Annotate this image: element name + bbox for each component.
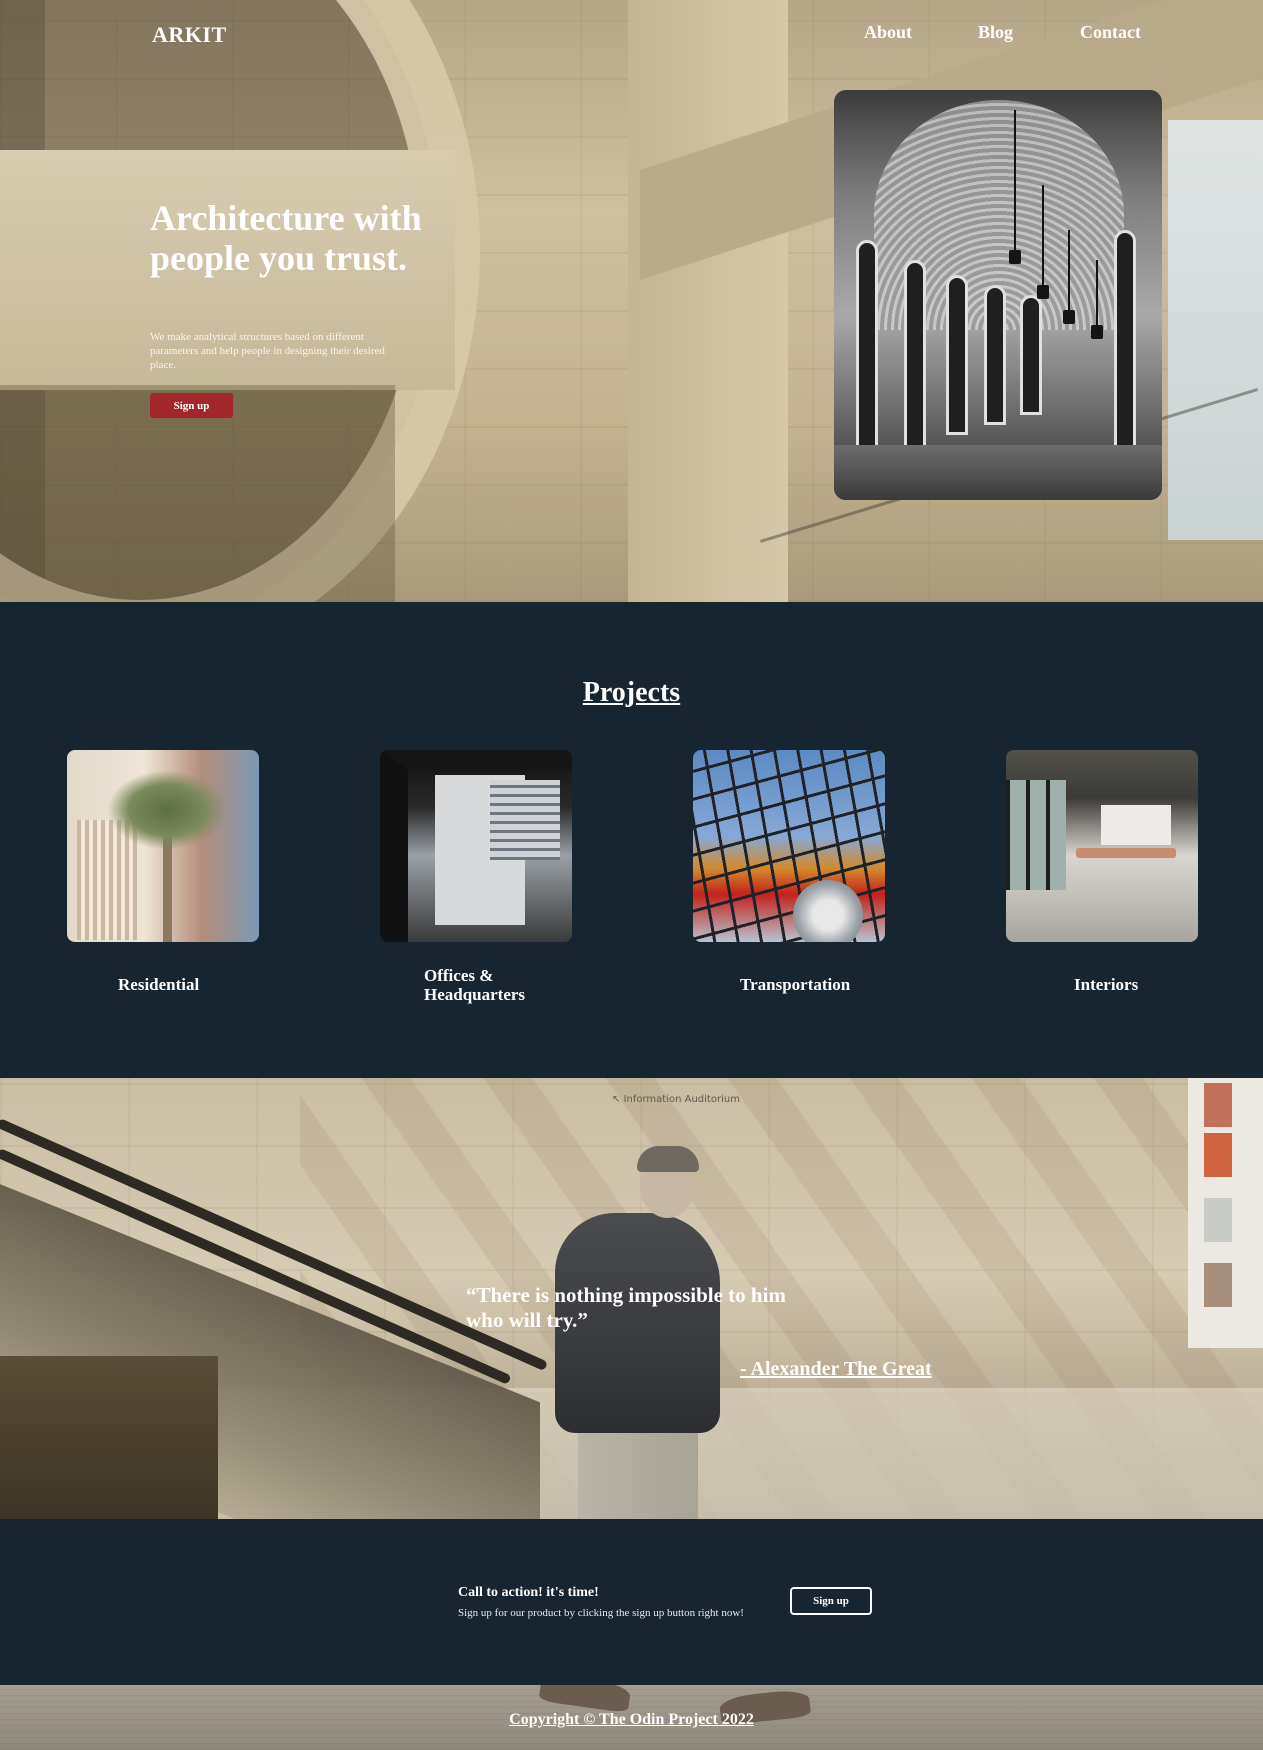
projects-title: Projects (582, 677, 681, 708)
arcade-arch (904, 260, 926, 450)
footer-bg-shoe (538, 1685, 632, 1714)
quote-bg-desk (0, 1356, 218, 1519)
person-legs (578, 1428, 698, 1519)
arcade-arch (946, 275, 968, 435)
project-label-interiors: Interiors (1074, 975, 1139, 994)
book-icon (1204, 1083, 1232, 1127)
interior-glass-wall (1006, 780, 1066, 890)
cta-section: Call to action! it's time! Sign up for o… (0, 1519, 1263, 1685)
project-image-offices[interactable] (380, 750, 572, 942)
arcade-arch (984, 285, 1006, 425)
lamp-icon (1091, 260, 1103, 339)
hero-description: We make analytical structures based on d… (150, 331, 385, 371)
project-label-offices: Offices & Headquarters (424, 966, 526, 1004)
projects-section: Projects Residential Offices & Headquart… (0, 602, 1263, 1078)
information-sign: ↖ Information Auditorium (612, 1094, 740, 1105)
quote-bg-bookshelf (1188, 1078, 1263, 1348)
person-cap (637, 1146, 699, 1172)
interior-table (1076, 848, 1176, 858)
arcade-arch (1114, 230, 1136, 480)
main-nav: About Blog Contact (0, 22, 1263, 52)
hero-background-pillar (628, 0, 788, 602)
lamp-icon (1009, 110, 1021, 264)
pergola-frame (380, 750, 572, 942)
footer: Copyright © The Odin Project 2022 (0, 1685, 1263, 1750)
arcade-arch (856, 240, 878, 480)
arcade-floor (834, 445, 1162, 500)
arcade-arch (1020, 295, 1042, 415)
palm-fronds (107, 770, 227, 850)
nav-link-about[interactable]: About (864, 22, 912, 43)
quote-text: “There is nothing impossible to him who … (466, 1283, 786, 1332)
project-label-residential: Residential (118, 975, 200, 994)
hero-title: Architecture with people you trust. (150, 198, 422, 278)
cta-description: Sign up for our product by clicking the … (458, 1607, 744, 1619)
project-image-transportation[interactable] (693, 750, 885, 942)
quote-section: ↖ Information Auditorium “There is nothi… (0, 1078, 1263, 1519)
book-icon (1204, 1133, 1232, 1177)
project-image-interiors[interactable] (1006, 750, 1198, 942)
nav-link-blog[interactable]: Blog (978, 22, 1013, 43)
cta-signup-button[interactable]: Sign up (790, 1587, 872, 1615)
hero-section: ARKIT About Blog Contact Architecture wi… (0, 0, 1263, 602)
lamp-icon (1063, 230, 1075, 324)
lamp-icon (1037, 185, 1049, 299)
footer-copyright[interactable]: Copyright © The Odin Project 2022 (0, 1711, 1263, 1729)
project-image-residential[interactable] (67, 750, 259, 942)
book-icon (1204, 1263, 1232, 1307)
book-icon (1204, 1198, 1232, 1242)
hero-background-glass (1168, 120, 1263, 540)
hero-signup-button[interactable]: Sign up (150, 393, 233, 418)
nav-link-contact[interactable]: Contact (1080, 22, 1141, 43)
project-label-transportation: Transportation (740, 975, 851, 994)
interior-wall (1101, 805, 1171, 845)
hero-arcade-photo (834, 90, 1162, 500)
station-tube (793, 880, 863, 942)
cta-title: Call to action! it's time! (458, 1585, 599, 1600)
quote-author[interactable]: - Alexander The Great (740, 1358, 932, 1381)
